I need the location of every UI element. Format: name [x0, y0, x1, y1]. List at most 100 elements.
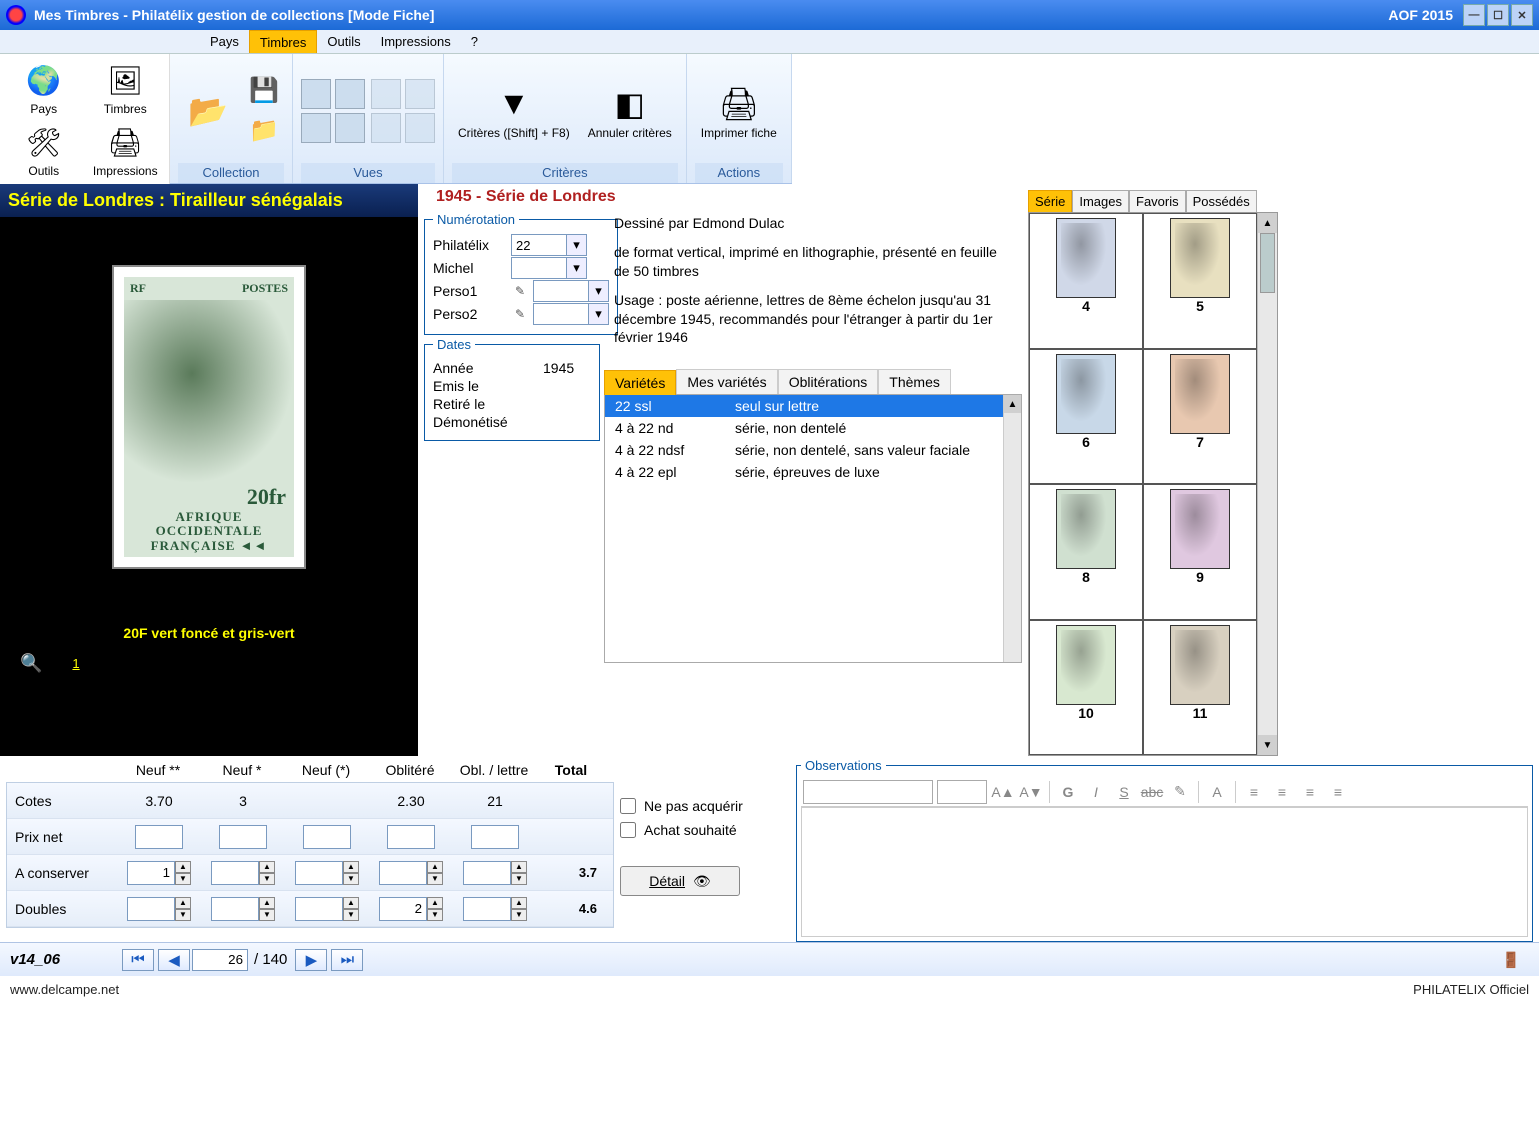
prixnet-neuf2-input[interactable]: [135, 825, 183, 849]
strike-button[interactable]: abc: [1140, 780, 1164, 804]
prixnet-oblitere-input[interactable]: [387, 825, 435, 849]
ribbon-folder-button[interactable]: 📁: [244, 114, 284, 148]
thumb-4[interactable]: 4: [1029, 213, 1143, 349]
spin-down[interactable]: ▼: [427, 909, 443, 921]
spin-up[interactable]: ▲: [343, 861, 359, 873]
thumbs-scrollbar[interactable]: ▲ ▼: [1257, 213, 1277, 755]
menu-help[interactable]: ?: [461, 30, 488, 53]
font-color-button[interactable]: A: [1205, 780, 1229, 804]
scroll-down-icon[interactable]: ▼: [1258, 735, 1277, 755]
ribbon-imprimer-button[interactable]: 🖨 Imprimer fiche: [695, 80, 783, 142]
detail-button[interactable]: Détail 👁: [620, 866, 740, 896]
ribbon-criteres-button[interactable]: ▼ Critères ([Shift] + F8): [452, 80, 576, 142]
doubles-neuf1-input[interactable]: [211, 897, 259, 921]
close-button[interactable]: ✕: [1511, 4, 1533, 26]
font-size-dropdown[interactable]: [937, 780, 987, 804]
tab-obliterations[interactable]: Oblitérations: [778, 369, 879, 394]
variety-row[interactable]: 4 à 22 epl série, épreuves de luxe: [605, 461, 1021, 483]
conserver-neufp-input[interactable]: [295, 861, 343, 885]
menu-timbres[interactable]: Timbres: [249, 30, 317, 53]
scroll-up-icon[interactable]: ▲: [1258, 213, 1277, 233]
conserver-neuf2-input[interactable]: [127, 861, 175, 885]
toolbar-timbres-button[interactable]: 🖼 Timbres: [86, 58, 166, 118]
toolbar-impressions-button[interactable]: 🖨 Impressions: [86, 120, 166, 180]
spin-up[interactable]: ▲: [259, 861, 275, 873]
align-right-button[interactable]: ≡: [1298, 780, 1322, 804]
perso1-input[interactable]: [533, 280, 589, 302]
prixnet-obl-lettre-input[interactable]: [471, 825, 519, 849]
maximize-button[interactable]: ☐: [1487, 4, 1509, 26]
tab-varietes[interactable]: Variétés: [604, 370, 676, 395]
spin-up[interactable]: ▲: [259, 897, 275, 909]
varieties-scrollbar[interactable]: ▲: [1003, 395, 1021, 662]
tab-themes[interactable]: Thèmes: [878, 369, 951, 394]
doubles-obl-lettre-input[interactable]: [463, 897, 511, 921]
thumb-9[interactable]: 9: [1143, 484, 1257, 620]
ribbon-collection-open[interactable]: 📂: [178, 87, 238, 135]
align-center-button[interactable]: ≡: [1270, 780, 1294, 804]
scroll-handle[interactable]: [1260, 233, 1275, 293]
thumb-8[interactable]: 8: [1029, 484, 1143, 620]
checkbox-no-acquire[interactable]: Ne pas acquérir: [620, 798, 790, 814]
menu-outils[interactable]: Outils: [317, 30, 370, 53]
spin-down[interactable]: ▼: [343, 909, 359, 921]
spin-up[interactable]: ▲: [511, 897, 527, 909]
spin-up[interactable]: ▲: [175, 897, 191, 909]
nav-first-button[interactable]: ⏮: [122, 949, 154, 971]
perso2-input[interactable]: [533, 303, 589, 325]
spin-down[interactable]: ▼: [511, 909, 527, 921]
spin-up[interactable]: ▲: [427, 897, 443, 909]
toolbar-outils-button[interactable]: 🛠 Outils: [4, 120, 84, 180]
highlight-button[interactable]: ✎: [1168, 780, 1192, 804]
checkbox-wish[interactable]: Achat souhaité: [620, 822, 790, 838]
font-family-dropdown[interactable]: [803, 780, 933, 804]
nav-next-button[interactable]: ▶: [295, 949, 327, 971]
thumb-6[interactable]: 6: [1029, 349, 1143, 485]
michel-dropdown[interactable]: ▾: [567, 257, 587, 279]
ribbon-vue-thumbs-2[interactable]: [371, 79, 435, 143]
thumb-10[interactable]: 10: [1029, 620, 1143, 756]
spin-up[interactable]: ▲: [343, 897, 359, 909]
stamp-image[interactable]: RF POSTES 20fr AFRIQUE OCCIDENTALE FRANÇ…: [114, 267, 304, 567]
menu-impressions[interactable]: Impressions: [371, 30, 461, 53]
ribbon-annuler-criteres-button[interactable]: ◧ Annuler critères: [582, 80, 678, 142]
prixnet-neuf1-input[interactable]: [219, 825, 267, 849]
doubles-neufp-input[interactable]: [295, 897, 343, 921]
toolbar-pays-button[interactable]: 🌍 Pays: [4, 58, 84, 118]
philatelix-dropdown[interactable]: ▾: [567, 234, 587, 256]
thumb-5[interactable]: 5: [1143, 213, 1257, 349]
no-acquire-checkbox[interactable]: [620, 798, 636, 814]
exit-icon[interactable]: 🚪: [1495, 949, 1527, 971]
ribbon-save-button[interactable]: 💾: [244, 74, 284, 108]
italic-button[interactable]: I: [1084, 780, 1108, 804]
spin-down[interactable]: ▼: [259, 873, 275, 885]
conserver-oblitere-input[interactable]: [379, 861, 427, 885]
doubles-neuf2-input[interactable]: [127, 897, 175, 921]
conserver-obl-lettre-input[interactable]: [463, 861, 511, 885]
spin-down[interactable]: ▼: [175, 873, 191, 885]
stamp-page-link[interactable]: 1: [72, 656, 79, 671]
scroll-up-icon[interactable]: ▲: [1004, 395, 1021, 413]
perso1-dropdown[interactable]: ▾: [589, 280, 609, 302]
spin-down[interactable]: ▼: [343, 873, 359, 885]
underline-button[interactable]: S: [1112, 780, 1136, 804]
observations-textarea[interactable]: [801, 807, 1528, 937]
philatelix-input[interactable]: [511, 234, 567, 256]
thumb-7[interactable]: 7: [1143, 349, 1257, 485]
michel-input[interactable]: [511, 257, 567, 279]
nav-position-input[interactable]: [192, 949, 248, 971]
prixnet-neufp-input[interactable]: [303, 825, 351, 849]
nav-last-button[interactable]: ⏭: [331, 949, 363, 971]
nav-prev-button[interactable]: ◀: [158, 949, 190, 971]
variety-row[interactable]: 22 ssl seul sur lettre: [605, 395, 1021, 417]
align-left-button[interactable]: ≡: [1242, 780, 1266, 804]
ribbon-vue-thumbs-1[interactable]: [301, 79, 365, 143]
spin-down[interactable]: ▼: [427, 873, 443, 885]
menu-pays[interactable]: Pays: [200, 30, 249, 53]
thumb-11[interactable]: 11: [1143, 620, 1257, 756]
minimize-button[interactable]: —: [1463, 4, 1485, 26]
wish-checkbox[interactable]: [620, 822, 636, 838]
tab-serie[interactable]: Série: [1028, 190, 1072, 212]
spin-up[interactable]: ▲: [427, 861, 443, 873]
spin-down[interactable]: ▼: [175, 909, 191, 921]
